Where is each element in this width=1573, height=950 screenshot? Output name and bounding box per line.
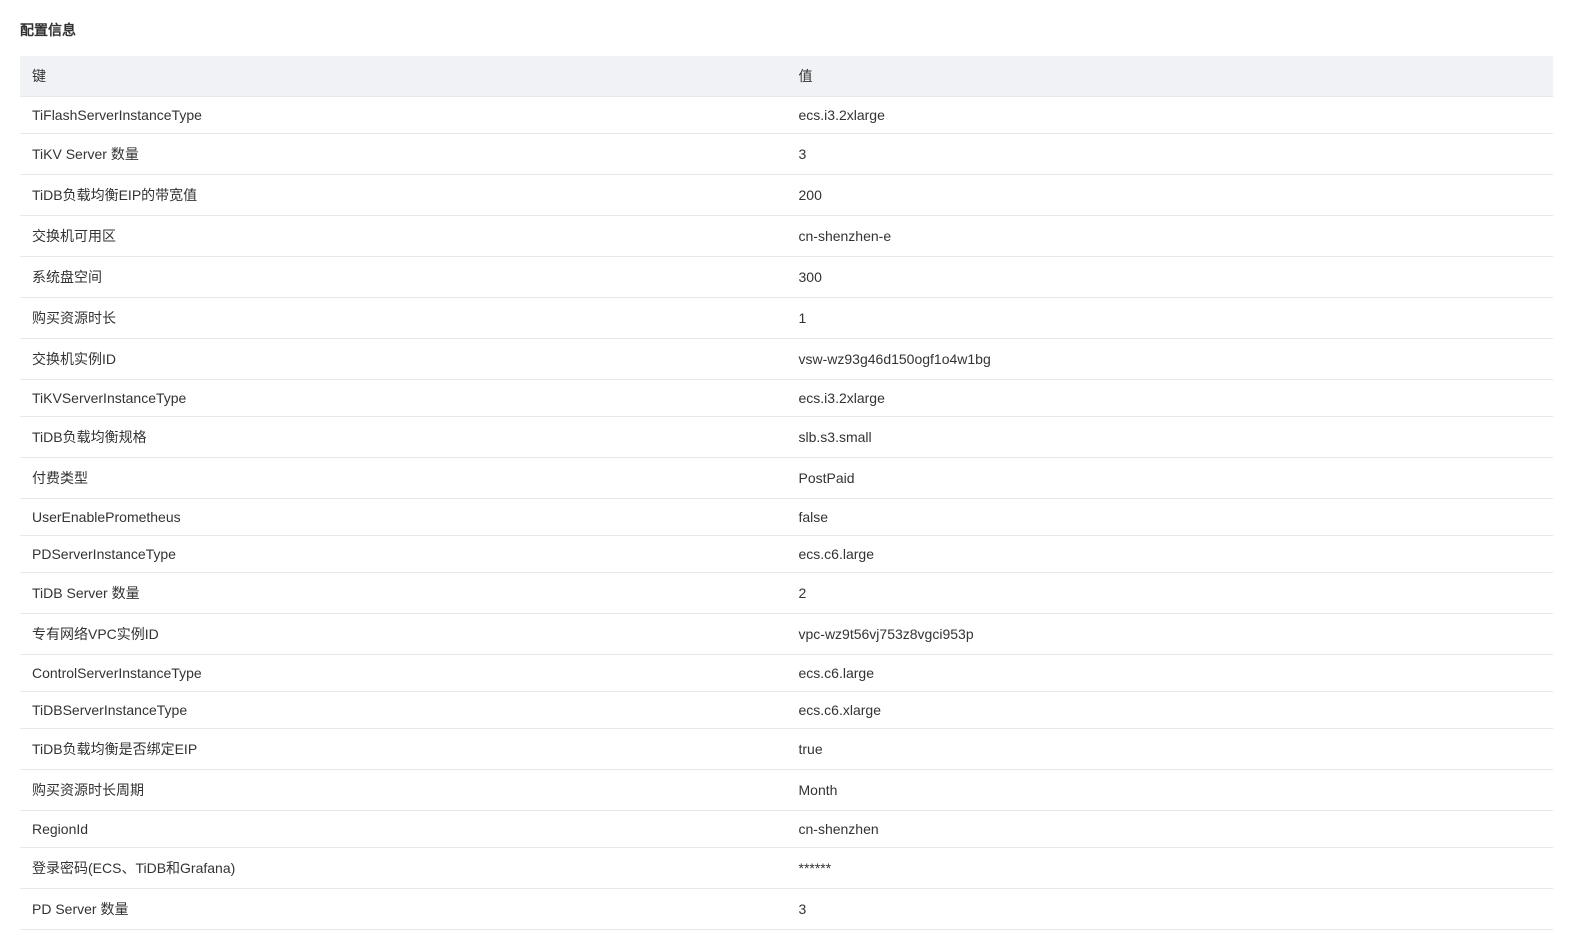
header-value: 值 [787,56,1554,97]
cell-key: 交换机可用区 [20,216,787,257]
table-header-row: 键 值 [20,56,1553,97]
cell-value: Month [787,770,1554,811]
table-row: 付费类型PostPaid [20,458,1553,499]
table-row: TiFlashServerInstanceTypeecs.i3.2xlarge [20,97,1553,134]
header-key: 键 [20,56,787,97]
table-row: 交换机实例IDvsw-wz93g46d150ogf1o4w1bg [20,339,1553,380]
cell-value: 200 [787,175,1554,216]
cell-value: ecs.c6.xlarge [787,692,1554,729]
cell-key: 购买资源时长 [20,298,787,339]
table-row: TiDB负载均衡是否绑定EIPtrue [20,729,1553,770]
table-row: TiDB Server 数量2 [20,573,1553,614]
table-row: TiDBServerInstanceTypeecs.c6.xlarge [20,692,1553,729]
table-row: 购买资源时长周期Month [20,770,1553,811]
cell-value: 1 [787,298,1554,339]
cell-value: ****** [787,848,1554,889]
cell-value: PostPaid [787,458,1554,499]
table-row: 系统盘空间300 [20,257,1553,298]
cell-key: PD Server 数量 [20,889,787,930]
cell-value: cn-shenzhen-e [787,216,1554,257]
cell-key: TiDB负载均衡EIP的带宽值 [20,175,787,216]
cell-key: TiDB负载均衡是否绑定EIP [20,729,787,770]
cell-value: slb.s3.small [787,417,1554,458]
table-row: RegionIdcn-shenzhen [20,811,1553,848]
cell-key: 交换机实例ID [20,339,787,380]
cell-key: 购买资源时长周期 [20,770,787,811]
cell-key: RegionId [20,811,787,848]
cell-value: true [787,729,1554,770]
cell-value: false [787,499,1554,536]
cell-value: vpc-wz9t56vj753z8vgci953p [787,614,1554,655]
cell-key: 系统盘空间 [20,257,787,298]
cell-key: TiDB负载均衡规格 [20,417,787,458]
table-row: 登录密码(ECS、TiDB和Grafana)****** [20,848,1553,889]
cell-value: cn-shenzhen [787,811,1554,848]
cell-key: UserEnablePrometheus [20,499,787,536]
cell-key: TiDB Server 数量 [20,573,787,614]
table-row: 购买资源时长1 [20,298,1553,339]
config-table: 键 值 TiFlashServerInstanceTypeecs.i3.2xla… [20,56,1553,930]
table-row: TiKVServerInstanceTypeecs.i3.2xlarge [20,380,1553,417]
cell-value: ecs.i3.2xlarge [787,380,1554,417]
config-section: 配置信息 键 值 TiFlashServerInstanceTypeecs.i3… [20,20,1553,930]
table-row: UserEnablePrometheusfalse [20,499,1553,536]
table-row: TiKV Server 数量3 [20,134,1553,175]
cell-key: PDServerInstanceType [20,536,787,573]
table-row: ControlServerInstanceTypeecs.c6.large [20,655,1553,692]
cell-key: ControlServerInstanceType [20,655,787,692]
cell-key: TiDBServerInstanceType [20,692,787,729]
table-row: 交换机可用区cn-shenzhen-e [20,216,1553,257]
cell-key: TiKV Server 数量 [20,134,787,175]
cell-key: TiFlashServerInstanceType [20,97,787,134]
table-row: PDServerInstanceTypeecs.c6.large [20,536,1553,573]
table-row: TiDB负载均衡EIP的带宽值200 [20,175,1553,216]
table-row: TiDB负载均衡规格slb.s3.small [20,417,1553,458]
cell-key: 登录密码(ECS、TiDB和Grafana) [20,848,787,889]
table-row: 专有网络VPC实例IDvpc-wz9t56vj753z8vgci953p [20,614,1553,655]
table-row: PD Server 数量3 [20,889,1553,930]
cell-key: 付费类型 [20,458,787,499]
cell-value: 2 [787,573,1554,614]
cell-value: ecs.c6.large [787,536,1554,573]
cell-value: 3 [787,134,1554,175]
cell-value: ecs.i3.2xlarge [787,97,1554,134]
cell-value: vsw-wz93g46d150ogf1o4w1bg [787,339,1554,380]
cell-value: ecs.c6.large [787,655,1554,692]
cell-value: 300 [787,257,1554,298]
cell-key: 专有网络VPC实例ID [20,614,787,655]
cell-key: TiKVServerInstanceType [20,380,787,417]
cell-value: 3 [787,889,1554,930]
section-title: 配置信息 [20,20,1553,40]
